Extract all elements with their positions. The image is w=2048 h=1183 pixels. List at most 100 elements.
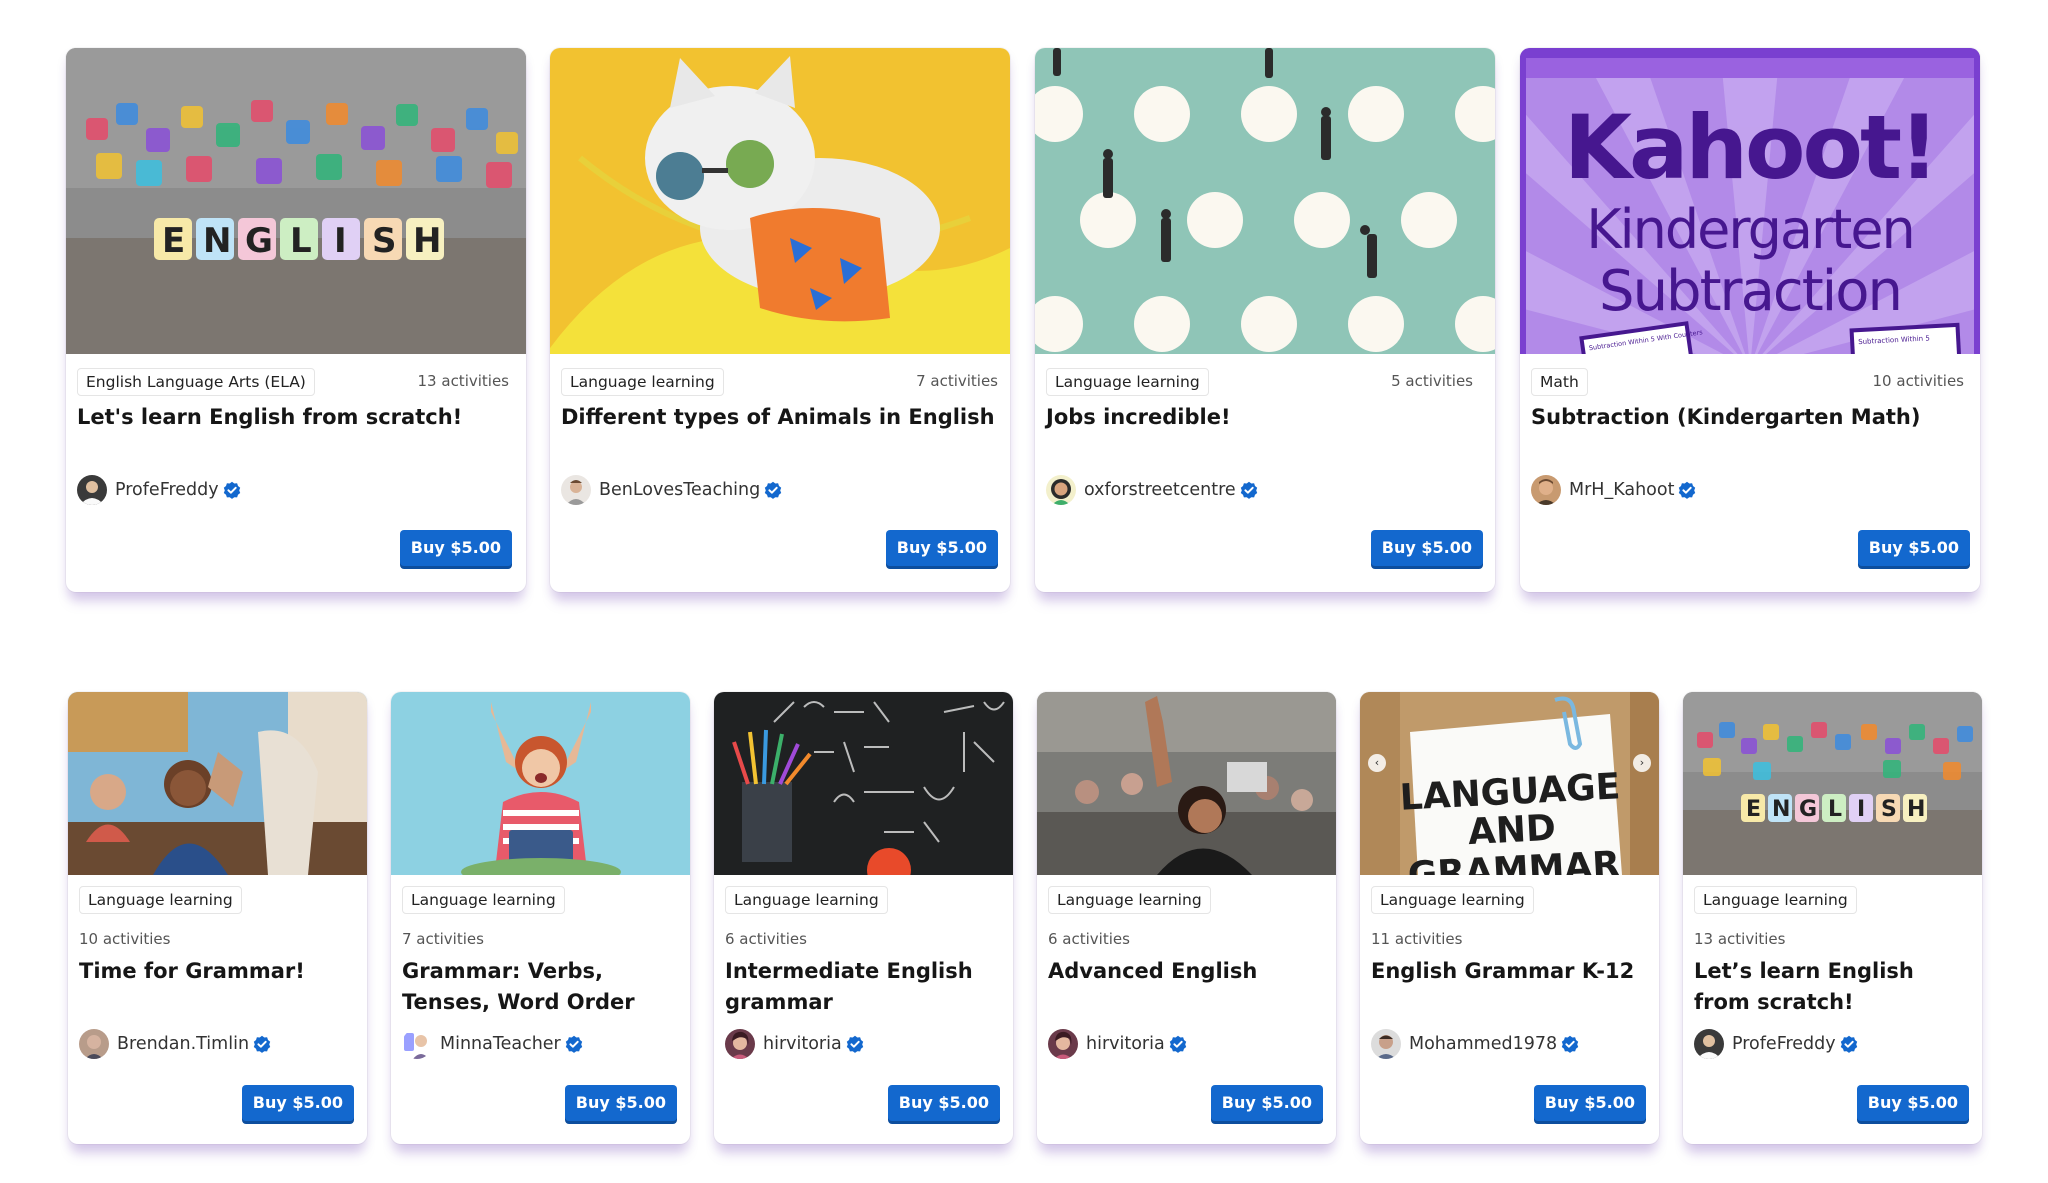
category-tag: English Language Arts (ELA) xyxy=(77,368,315,396)
svg-text:I: I xyxy=(1857,797,1865,822)
author-name: BenLovesTeaching xyxy=(599,480,761,500)
author-info[interactable]: hirvitoria xyxy=(1048,1028,1187,1060)
author-info[interactable]: ProfeFreddy xyxy=(1694,1028,1858,1060)
course-card[interactable]: LANGUAGE AND GRAMMAR ‹ › Language learni… xyxy=(1360,692,1659,1144)
course-title[interactable]: Advanced English xyxy=(1048,956,1328,987)
verified-badge-icon xyxy=(565,1035,583,1053)
activity-count: 6 activities xyxy=(1048,930,1130,948)
category-tag: Language learning xyxy=(725,886,888,914)
chevron-left-icon[interactable]: ‹ xyxy=(1368,754,1386,772)
verified-badge-icon xyxy=(1840,1035,1858,1053)
course-title[interactable]: Intermediate English grammar xyxy=(725,956,1005,1018)
buy-button[interactable]: Buy $5.00 xyxy=(399,530,512,566)
category-tag: Language learning xyxy=(1046,368,1209,396)
activity-count: 7 activities xyxy=(916,372,998,390)
activity-count: 11 activities xyxy=(1371,930,1463,948)
author-name: hirvitoria xyxy=(1086,1034,1165,1054)
svg-text:G: G xyxy=(1799,797,1817,822)
buy-button[interactable]: Buy $5.00 xyxy=(241,1085,354,1121)
buy-button[interactable]: Buy $5.00 xyxy=(564,1085,677,1121)
author-info[interactable]: oxforstreetcentre xyxy=(1046,474,1258,506)
course-thumbnail xyxy=(1035,48,1495,354)
verified-badge-icon xyxy=(1169,1035,1187,1053)
buy-button[interactable]: Buy $5.00 xyxy=(885,530,998,566)
course-title[interactable]: English Grammar K-12 xyxy=(1371,956,1651,987)
author-info[interactable]: Mohammed1978 xyxy=(1371,1028,1579,1060)
verified-badge-icon xyxy=(846,1035,864,1053)
thumb-title-line: AND xyxy=(1467,808,1557,854)
buy-button[interactable]: Buy $5.00 xyxy=(1533,1085,1646,1121)
avatar xyxy=(1694,1029,1724,1059)
buy-button[interactable]: Buy $5.00 xyxy=(1857,530,1970,566)
avatar xyxy=(1048,1029,1078,1059)
course-card[interactable]: Language learning 7 activities Grammar: … xyxy=(391,692,690,1144)
course-thumbnail xyxy=(391,692,690,875)
svg-text:L: L xyxy=(290,221,312,261)
avatar xyxy=(561,475,591,505)
course-card[interactable]: E N G L I S H Language learning 13 activ… xyxy=(1683,692,1982,1144)
course-thumbnail: E N G L I S H xyxy=(66,48,526,354)
course-thumbnail xyxy=(550,48,1010,354)
author-name: oxforstreetcentre xyxy=(1084,480,1236,500)
author-info[interactable]: BenLovesTeaching xyxy=(561,474,782,506)
course-card[interactable]: Kahoot! Kindergarten Subtraction Subtrac… xyxy=(1520,48,1980,592)
course-title[interactable]: Let’s learn English from scratch! xyxy=(1694,956,1974,1018)
course-thumbnail: Kahoot! Kindergarten Subtraction Subtrac… xyxy=(1520,48,1980,354)
verified-badge-icon xyxy=(253,1035,271,1053)
svg-text:H: H xyxy=(413,221,441,261)
thumb-title-line: Kahoot! xyxy=(1564,96,1936,199)
course-card[interactable]: Language learning 10 activities Time for… xyxy=(68,692,367,1144)
activity-count: 6 activities xyxy=(725,930,807,948)
avatar xyxy=(77,475,107,505)
course-card[interactable]: E N G L I S H English Language Arts (ELA… xyxy=(66,48,526,592)
category-tag: Language learning xyxy=(1048,886,1211,914)
buy-button[interactable]: Buy $5.00 xyxy=(1856,1085,1969,1121)
thumb-title-line: Subtraction xyxy=(1599,259,1901,324)
verified-badge-icon xyxy=(1240,481,1258,499)
course-card[interactable]: Language learning 6 activities Advanced … xyxy=(1037,692,1336,1144)
verified-badge-icon xyxy=(223,481,241,499)
svg-text:S: S xyxy=(372,221,397,261)
buy-button[interactable]: Buy $5.00 xyxy=(887,1085,1000,1121)
course-thumbnail: LANGUAGE AND GRAMMAR xyxy=(1360,692,1659,875)
avatar xyxy=(725,1029,755,1059)
activity-count: 10 activities xyxy=(1872,372,1964,390)
svg-text:I: I xyxy=(334,221,347,261)
svg-text:H: H xyxy=(1907,797,1925,822)
verified-badge-icon xyxy=(1678,481,1696,499)
author-info[interactable]: ProfeFreddy xyxy=(77,474,241,506)
course-title[interactable]: Let's learn English from scratch! xyxy=(77,402,513,433)
author-info[interactable]: MinnaTeacher xyxy=(402,1028,583,1060)
svg-text:S: S xyxy=(1881,797,1897,822)
course-thumbnail xyxy=(68,692,367,875)
author-info[interactable]: Brendan.Timlin xyxy=(79,1028,271,1060)
svg-text:E: E xyxy=(1746,797,1761,822)
course-title[interactable]: Subtraction (Kindergarten Math) xyxy=(1531,402,1967,433)
course-thumbnail xyxy=(714,692,1013,875)
category-tag: Language learning xyxy=(1371,886,1534,914)
author-name: Mohammed1978 xyxy=(1409,1034,1558,1054)
chevron-right-icon[interactable]: › xyxy=(1633,754,1651,772)
author-info[interactable]: hirvitoria xyxy=(725,1028,864,1060)
course-thumbnail: E N G L I S H xyxy=(1683,692,1982,875)
verified-badge-icon xyxy=(1561,1035,1579,1053)
author-name: hirvitoria xyxy=(763,1034,842,1054)
author-name: ProfeFreddy xyxy=(115,480,219,500)
author-info[interactable]: MrH_Kahoot xyxy=(1531,474,1696,506)
course-card[interactable]: Language learning 6 activities Intermedi… xyxy=(714,692,1013,1144)
course-title[interactable]: Grammar: Verbs, Tenses, Word Order xyxy=(402,956,686,1018)
author-name: ProfeFreddy xyxy=(1732,1034,1836,1054)
course-title[interactable]: Jobs incredible! xyxy=(1046,402,1482,433)
activity-count: 13 activities xyxy=(417,372,509,390)
buy-button[interactable]: Buy $5.00 xyxy=(1210,1085,1323,1121)
svg-text:L: L xyxy=(1828,797,1842,822)
course-card[interactable]: Language learning 5 activities Jobs incr… xyxy=(1035,48,1495,592)
course-title[interactable]: Different types of Animals in English xyxy=(561,402,997,433)
activity-count: 10 activities xyxy=(79,930,171,948)
course-card[interactable]: Language learning 7 activities Different… xyxy=(550,48,1010,592)
svg-text:N: N xyxy=(203,221,231,261)
course-title[interactable]: Time for Grammar! xyxy=(79,956,359,987)
author-name: Brendan.Timlin xyxy=(117,1034,250,1054)
category-tag: Language learning xyxy=(402,886,565,914)
buy-button[interactable]: Buy $5.00 xyxy=(1370,530,1483,566)
